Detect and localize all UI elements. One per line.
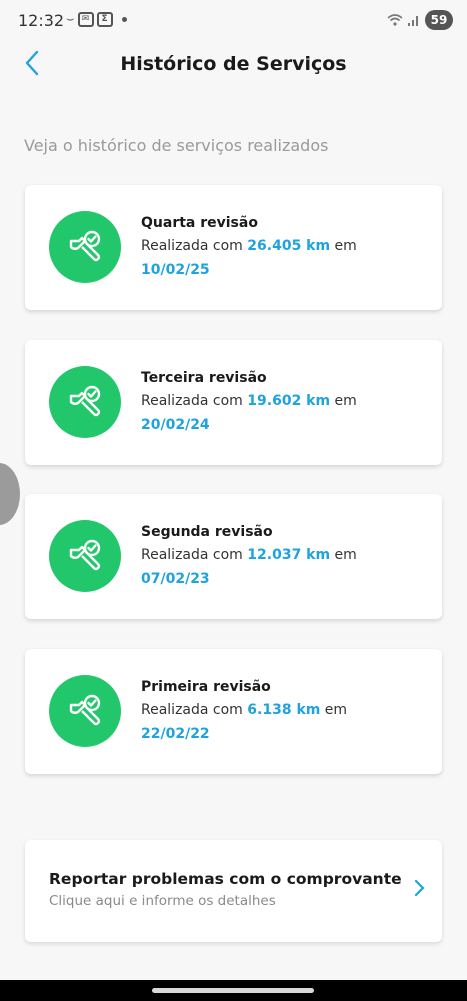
- service-km: 19.602 km: [247, 393, 331, 409]
- service-prefix: Realizada com: [141, 702, 243, 718]
- status-time: 12:32: [18, 11, 65, 30]
- status-bar: 12:32 ⌣ ✉ Σ 59: [0, 0, 467, 40]
- service-card[interactable]: Segunda revisão Realizada com 12.037 km …: [25, 494, 442, 619]
- sigma-app-icon: Σ: [96, 12, 113, 27]
- service-prefix: Realizada com: [141, 393, 243, 409]
- status-notification-icons: ⌣ ✉ Σ: [66, 12, 127, 27]
- report-title: Reportar problemas com o comprovante: [49, 870, 402, 888]
- service-title: Quarta revisão: [141, 215, 258, 231]
- wrench-check-icon: [49, 366, 121, 438]
- home-indicator[interactable]: [152, 988, 314, 993]
- service-title: Segunda revisão: [141, 524, 273, 540]
- battery-indicator: 59: [425, 10, 453, 30]
- header: Histórico de Serviços: [0, 40, 467, 90]
- service-suffix: em: [334, 393, 357, 409]
- page-subtitle: Veja o histórico de serviços realizados: [24, 136, 329, 155]
- service-mileage-line: Realizada com 12.037 km em: [141, 547, 357, 563]
- service-date: 20/02/24: [141, 417, 210, 433]
- service-km: 26.405 km: [247, 238, 331, 254]
- service-suffix: em: [334, 238, 357, 254]
- mail-icon: ✉: [77, 12, 94, 27]
- service-suffix: em: [324, 702, 348, 718]
- service-mileage-line: Realizada com 26.405 km em: [141, 238, 357, 254]
- service-date: 22/02/22: [141, 726, 210, 742]
- wifi-icon: [387, 14, 403, 26]
- sms-icon: ⌣: [66, 12, 75, 27]
- service-date: 10/02/25: [141, 262, 210, 278]
- wrench-check-icon: [49, 211, 121, 283]
- service-prefix: Realizada com: [141, 547, 243, 563]
- service-title: Primeira revisão: [141, 679, 271, 695]
- service-km: 12.037 km: [247, 547, 331, 563]
- wrench-check-icon: [49, 520, 121, 592]
- service-mileage-line: Realizada com 19.602 km em: [141, 393, 357, 409]
- status-system-icons: 59: [387, 10, 453, 30]
- floating-side-handle[interactable]: [0, 463, 20, 525]
- chevron-right-icon: [414, 879, 425, 897]
- service-card[interactable]: Terceira revisão Realizada com 19.602 km…: [25, 340, 442, 465]
- service-card[interactable]: Primeira revisão Realizada com 6.138 km …: [25, 649, 442, 774]
- service-suffix: em: [334, 547, 357, 563]
- dot-icon: [121, 17, 127, 22]
- service-km: 6.138 km: [247, 702, 321, 718]
- service-date: 07/02/23: [141, 571, 210, 587]
- signal-icon: [408, 16, 418, 26]
- service-prefix: Realizada com: [141, 238, 243, 254]
- service-card[interactable]: Quarta revisão Realizada com 26.405 km e…: [25, 185, 442, 310]
- report-problem-card[interactable]: Reportar problemas com o comprovante Cli…: [25, 840, 442, 942]
- system-nav-bar: [0, 980, 467, 1001]
- wrench-check-icon: [49, 675, 121, 747]
- service-title: Terceira revisão: [141, 370, 267, 386]
- report-subtitle: Clique aqui e informe os detalhes: [49, 893, 276, 909]
- service-mileage-line: Realizada com 6.138 km em: [141, 702, 347, 718]
- page-title: Histórico de Serviços: [120, 53, 347, 75]
